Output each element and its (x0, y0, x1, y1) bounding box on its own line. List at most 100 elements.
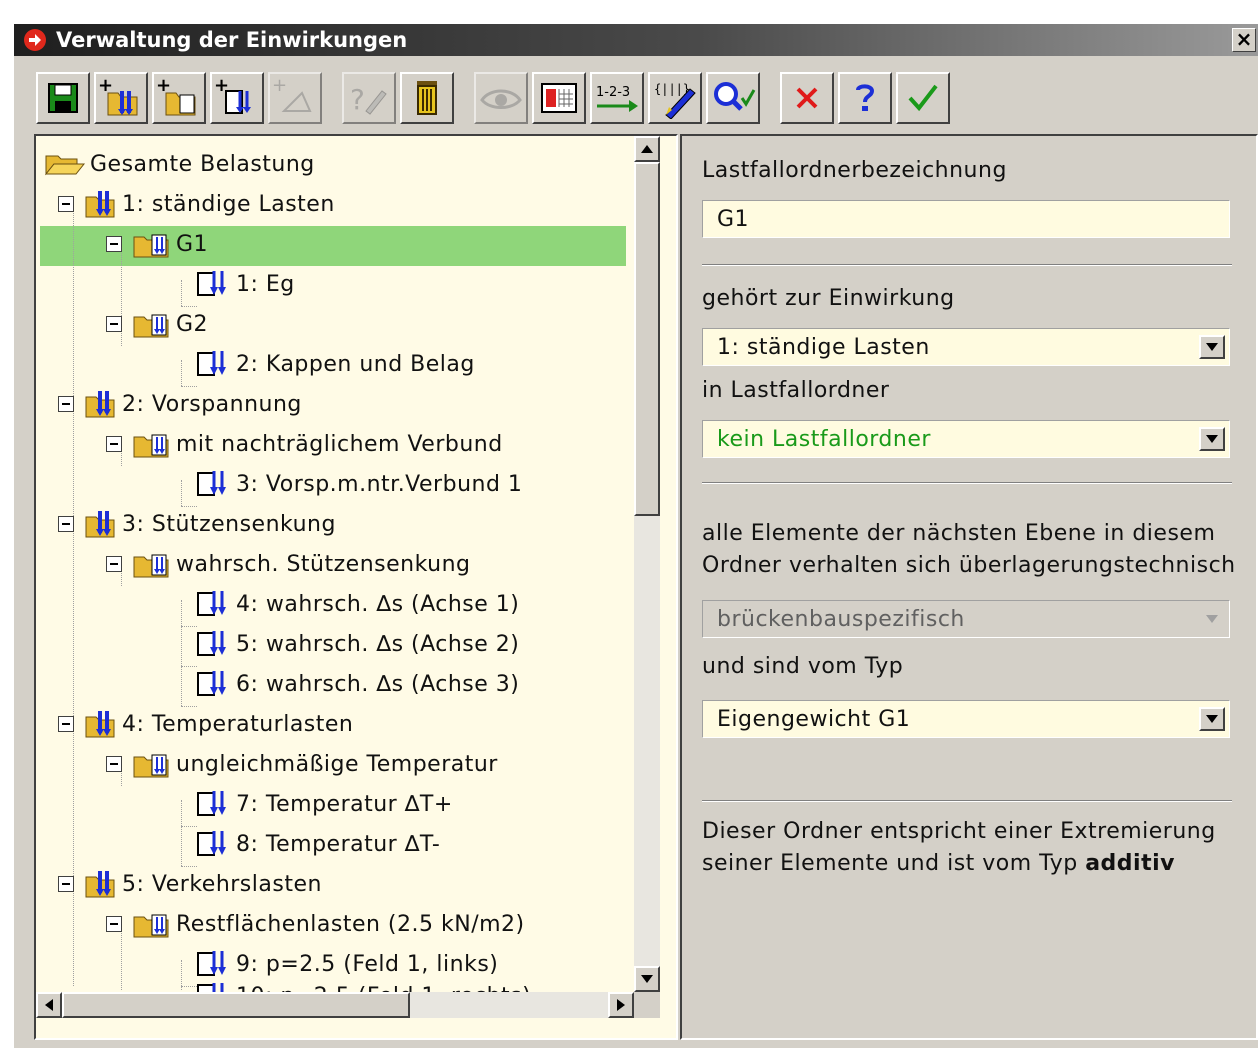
chevron-down-icon (1206, 343, 1218, 351)
chevron-down-icon (1206, 435, 1218, 443)
red-arrow-icon (24, 29, 46, 51)
separator (702, 264, 1232, 266)
collapse-toggle[interactable] (58, 876, 74, 892)
scroll-up-button[interactable] (634, 136, 660, 162)
tree-loadcase-10[interactable]: 10: p=2.5 (Feld 1, rechts) (196, 976, 531, 992)
dropdown-button[interactable] (1199, 427, 1225, 451)
red-x-icon (796, 87, 818, 109)
tree-folder-verbund[interactable]: mit nachträglichem Verbund (106, 424, 503, 464)
tree-label: 8: Temperatur ∆T- (236, 831, 441, 857)
collapse-toggle[interactable] (106, 756, 122, 772)
loadcase-icon (197, 831, 226, 856)
tree-loadcase-4[interactable]: 4: wahrsch. ∆s (Achse 1) (196, 584, 519, 624)
cancel-button[interactable] (780, 72, 834, 124)
tree-label: 4: Temperaturlasten (122, 711, 354, 737)
horizontal-scrollbar[interactable] (36, 992, 634, 1018)
dropdown-button[interactable] (1199, 707, 1225, 731)
delete-button[interactable] (400, 72, 454, 124)
collapse-toggle[interactable] (106, 916, 122, 932)
scroll-left-button[interactable] (36, 992, 62, 1018)
tree-loadcase-2[interactable]: 2: Kappen und Belag (196, 344, 475, 384)
ok-button[interactable] (896, 72, 950, 124)
belongs-value: 1: ständige Lasten (717, 334, 930, 360)
view-button[interactable] (474, 72, 528, 124)
table-button[interactable] (532, 72, 586, 124)
tree-action-1[interactable]: 1: ständige Lasten (58, 184, 335, 224)
belongs-dropdown[interactable]: 1: ständige Lasten (702, 328, 1230, 366)
tree-folder-stuetz[interactable]: wahrsch. Stützensenkung (106, 544, 471, 584)
tree-label: 10: p=2.5 (Feld 1, rechts) (236, 984, 531, 993)
scroll-down-button[interactable] (634, 966, 660, 992)
tree-label: G1 (176, 231, 209, 257)
tree-root[interactable]: Gesamte Belastung (44, 144, 315, 184)
pen-edit-icon: {|||} (654, 82, 696, 119)
name-field-value: G1 (717, 206, 750, 232)
check-button[interactable] (706, 72, 760, 124)
name-field[interactable]: G1 (702, 200, 1230, 238)
collapse-toggle[interactable] (58, 516, 74, 532)
tree-action-3[interactable]: 3: Stützensenkung (58, 504, 336, 544)
tree-folder-rest[interactable]: Restflächenlasten (2.5 kN/m2) (106, 904, 525, 944)
tree-line (181, 666, 197, 668)
tree-view: Gesamte Belastung 1: ständige Lasten G1 … (36, 136, 634, 992)
table-icon (541, 83, 577, 113)
type-dropdown[interactable]: Eigengewicht G1 (702, 700, 1230, 738)
tree-folder-temp[interactable]: ungleichmäßige Temperatur (106, 744, 498, 784)
add-loadcase-folder-button[interactable]: + (152, 72, 206, 124)
tree-loadcase-6[interactable]: 6: wahrsch. ∆s (Achse 3) (196, 664, 519, 704)
tree-label: Gesamte Belastung (90, 151, 315, 177)
tree-folder-g1[interactable]: G1 (106, 224, 208, 264)
tree-loadcase-3[interactable]: 3: Vorsp.m.ntr.Verbund 1 (196, 464, 522, 504)
rename-button[interactable]: {|||} (648, 72, 702, 124)
open-folder-icon (44, 155, 86, 176)
scroll-thumb[interactable] (634, 162, 660, 516)
collapse-toggle[interactable] (106, 436, 122, 452)
load-folder-icon (85, 511, 115, 538)
collapse-toggle[interactable] (106, 316, 122, 332)
load-folder-icon (85, 711, 115, 738)
arrow-left-icon (45, 999, 53, 1011)
collapse-toggle[interactable] (58, 196, 74, 212)
collapse-toggle[interactable] (58, 716, 74, 732)
tree-action-4[interactable]: 4: Temperaturlasten (58, 704, 353, 744)
loadcase-folder-icon (133, 234, 169, 258)
scroll-thumb-horizontal[interactable] (62, 992, 410, 1018)
add-structure-button[interactable]: + (268, 72, 322, 124)
loadcase-icon (197, 631, 226, 656)
add-action-button[interactable]: + (94, 72, 148, 124)
tree-action-5[interactable]: 5: Verkehrslasten (58, 864, 322, 904)
tree-line (181, 826, 197, 828)
vertical-scrollbar[interactable] (634, 136, 660, 992)
save-button[interactable] (36, 72, 90, 124)
tree-line (181, 986, 197, 988)
tree-label: G2 (176, 311, 209, 337)
numbering-button[interactable]: 1-2-3 (590, 72, 644, 124)
tree-loadcase-8[interactable]: 8: Temperatur ∆T- (196, 824, 440, 864)
edit-button[interactable]: ? (342, 72, 396, 124)
tree-action-2[interactable]: 2: Vorspannung (58, 384, 302, 424)
folder-dropdown[interactable]: kein Lastfallordner (702, 420, 1230, 458)
loadcase-icon (197, 983, 224, 992)
tree-label: 2: Vorspannung (122, 391, 302, 417)
behaviour-dropdown[interactable]: brückenbauspezifisch (702, 600, 1230, 638)
tree-label: 5: wahrsch. ∆s (Achse 2) (236, 631, 520, 657)
scroll-right-button[interactable] (608, 992, 634, 1018)
info-text: Dieser Ordner entspricht einer Extremier… (702, 816, 1216, 880)
dropdown-button[interactable] (1199, 335, 1225, 359)
tree-loadcase-7[interactable]: 7: Temperatur ∆T+ (196, 784, 453, 824)
add-loadcase-button[interactable]: + (210, 72, 264, 124)
collapse-toggle[interactable] (106, 556, 122, 572)
tree-loadcase-5[interactable]: 5: wahrsch. ∆s (Achse 2) (196, 624, 519, 664)
collapse-toggle[interactable] (106, 236, 122, 252)
tree-label: wahrsch. Stützensenkung (176, 551, 471, 577)
tree-label: 3: Vorsp.m.ntr.Verbund 1 (236, 471, 523, 497)
help-question-icon (856, 84, 875, 111)
collapse-toggle[interactable] (58, 396, 74, 412)
tree-loadcase-1[interactable]: 1: Eg (196, 264, 295, 304)
arrow-up-icon (641, 145, 653, 153)
help-button[interactable] (838, 72, 892, 124)
close-button[interactable]: × (1232, 28, 1256, 52)
dialog-window: Verwaltung der Einwirkungen × + + + + ? … (12, 22, 1258, 1048)
tree-folder-g2[interactable]: G2 (106, 304, 208, 344)
tree-label: 6: wahrsch. ∆s (Achse 3) (236, 671, 520, 697)
